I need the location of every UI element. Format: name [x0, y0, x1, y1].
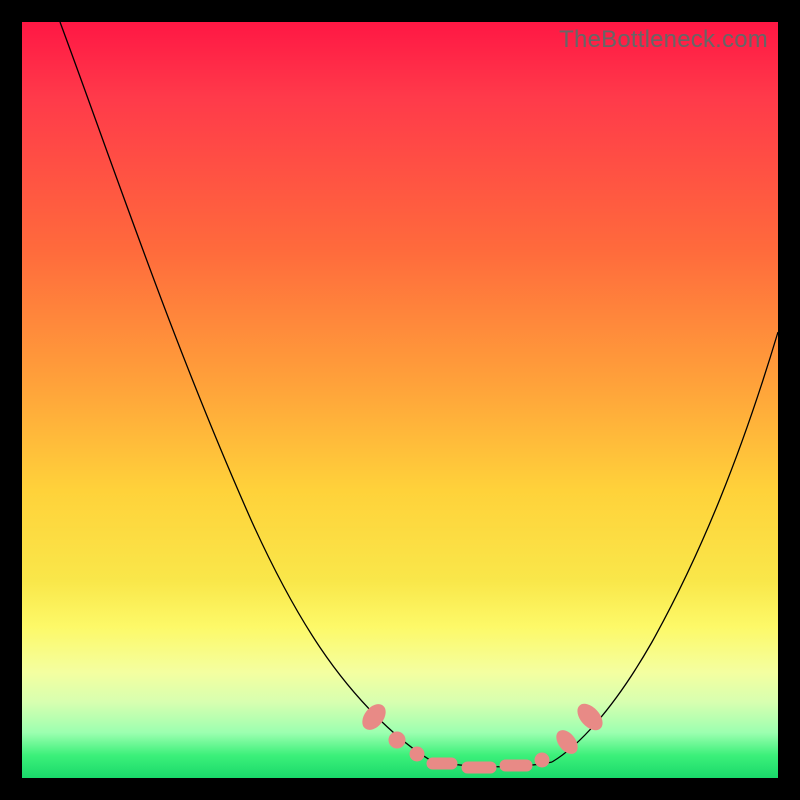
- left-descent-bead-1: [358, 700, 389, 733]
- valley-bead-1: [427, 758, 457, 769]
- right-ascent-bead-1: [535, 753, 549, 767]
- left-descent-bead-3: [410, 747, 424, 761]
- plot-area: TheBottleneck.com: [22, 22, 778, 778]
- left-descent-bead-2: [389, 732, 405, 748]
- outer-frame: TheBottleneck.com: [0, 0, 800, 800]
- curve-right-branch: [552, 332, 778, 762]
- curve-left-branch: [60, 22, 430, 760]
- valley-bead-2: [462, 762, 496, 773]
- bottleneck-curve: [22, 22, 778, 778]
- valley-bead-3: [500, 760, 532, 771]
